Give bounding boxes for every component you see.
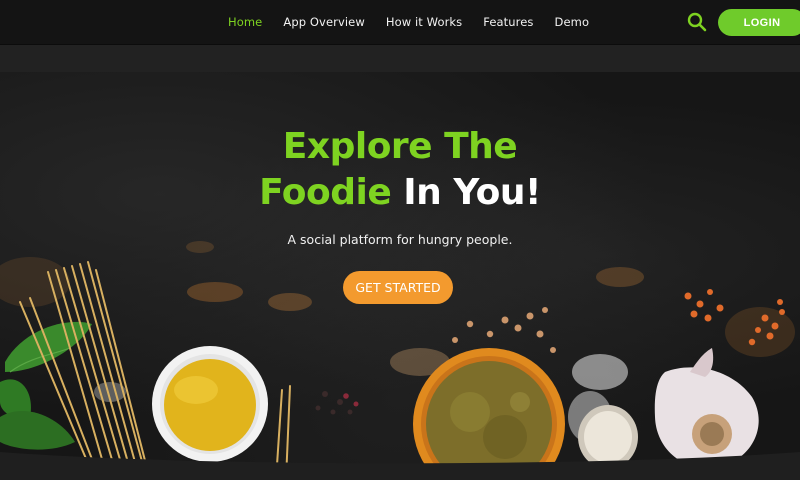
- nav-item-how-it-works[interactable]: How it Works: [386, 15, 462, 29]
- nav-item-home[interactable]: Home: [228, 15, 262, 29]
- top-navbar: Home App Overview How it Works Features …: [0, 0, 800, 45]
- login-button[interactable]: LOGIN: [718, 9, 800, 36]
- main-nav: Home App Overview How it Works Features …: [228, 0, 589, 44]
- hero-title: Explore The Foodie In You!: [0, 124, 800, 216]
- header-spacer: [0, 45, 800, 72]
- nav-item-features[interactable]: Features: [483, 15, 533, 29]
- search-icon[interactable]: [686, 11, 708, 33]
- hero-section: Explore The Foodie In You! A social plat…: [0, 72, 800, 480]
- hero-title-line1: Explore The: [282, 126, 518, 167]
- hero-title-in-you: In You!: [403, 172, 541, 213]
- get-started-button[interactable]: GET STARTED: [343, 271, 453, 304]
- hero-title-foodie: Foodie: [259, 172, 392, 213]
- hero-title-line2: Foodie In You!: [0, 170, 800, 216]
- hero-subtitle: A social platform for hungry people.: [287, 232, 513, 247]
- nav-item-demo[interactable]: Demo: [555, 15, 590, 29]
- nav-item-app-overview[interactable]: App Overview: [283, 15, 364, 29]
